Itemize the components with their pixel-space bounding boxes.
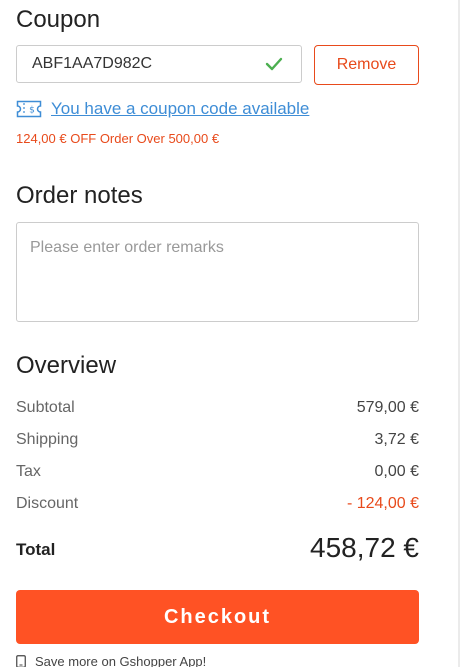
svg-text:$: $ bbox=[29, 106, 35, 116]
coupon-available-notice: $ You have a coupon code available bbox=[16, 98, 309, 120]
coupon-available-link[interactable]: You have a coupon code available bbox=[51, 99, 309, 119]
total-value: 458,72 € bbox=[310, 532, 419, 563]
app-promo-text: Save more on Gshopper App! bbox=[35, 654, 207, 667]
coupon-title: Coupon bbox=[16, 6, 101, 33]
tax-value: 0,00 € bbox=[374, 463, 419, 480]
coupon-offer-description: 124,00 € OFF Order Over 500,00 € bbox=[16, 131, 220, 146]
discount-row: Discount - 124,00 € bbox=[16, 495, 419, 517]
phone-icon bbox=[16, 655, 26, 667]
order-notes-input[interactable] bbox=[16, 222, 419, 322]
subtotal-value: 579,00 € bbox=[356, 399, 419, 416]
tax-label: Tax bbox=[16, 463, 41, 480]
ticket-icon: $ bbox=[16, 100, 42, 118]
subtotal-label: Subtotal bbox=[16, 399, 75, 416]
total-label: Total bbox=[16, 540, 56, 559]
discount-label: Discount bbox=[16, 495, 79, 512]
overview-title: Overview bbox=[16, 352, 117, 379]
shipping-value: 3,72 € bbox=[374, 431, 419, 448]
shipping-label: Shipping bbox=[16, 431, 79, 448]
app-promo-note[interactable]: Save more on Gshopper App! bbox=[16, 654, 206, 667]
remove-coupon-button[interactable]: Remove bbox=[314, 45, 419, 85]
check-icon bbox=[265, 57, 283, 71]
tax-row: Tax 0,00 € bbox=[16, 463, 419, 485]
coupon-code-input[interactable] bbox=[17, 46, 272, 82]
coupon-field bbox=[16, 45, 302, 83]
subtotal-row: Subtotal 579,00 € bbox=[16, 399, 419, 421]
discount-value: - 124,00 € bbox=[346, 495, 419, 512]
checkout-summary-page: Coupon Remove $ You have a coupon code a… bbox=[0, 0, 460, 667]
checkout-button[interactable]: Checkout bbox=[16, 590, 419, 644]
shipping-row: Shipping 3,72 € bbox=[16, 431, 419, 453]
order-notes-title: Order notes bbox=[16, 182, 143, 209]
